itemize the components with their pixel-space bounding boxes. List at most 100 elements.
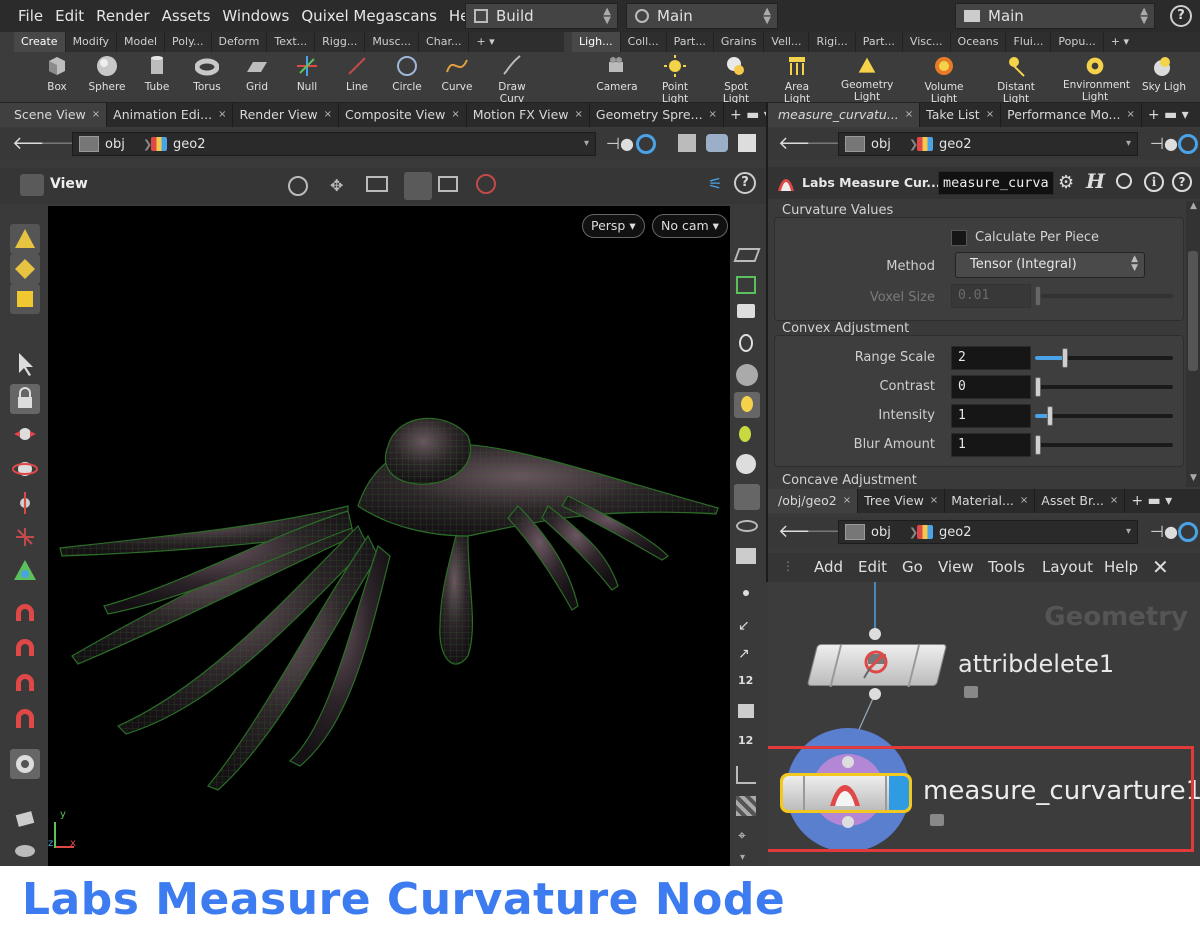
contrast-slider[interactable] [1035,377,1173,397]
shelf-tab[interactable]: Rigg... [315,32,366,52]
view-menu-icon[interactable] [20,174,44,196]
close-icon[interactable]: × [92,103,100,127]
tab-network-path[interactable]: /obj/geo2 × [768,489,859,513]
shelf-tab[interactable]: Visc... [903,32,951,52]
lock-icon[interactable] [964,686,978,698]
hda-icon[interactable]: H [1086,169,1105,193]
shelf-tab[interactable]: Vell... [764,32,810,52]
grid-icon[interactable] [736,796,756,816]
tool-tube[interactable]: Tube [131,54,183,93]
gear-icon[interactable]: ⚙ [1058,172,1074,193]
range-scale-field[interactable]: 2 [951,346,1031,370]
tab-take-list[interactable]: Take List × [920,103,1002,127]
snap-icon[interactable]: ⌖ [738,828,746,844]
prim-icon[interactable] [738,704,754,718]
shelf-tab[interactable]: Popu... [1051,32,1104,52]
magnet-point-icon[interactable] [10,669,40,699]
rotate-icon[interactable] [10,454,40,484]
info-icon[interactable]: i [1144,172,1164,192]
close-icon[interactable]: × [1126,103,1134,127]
shelf-tab[interactable]: Grains [714,32,765,52]
frame-icon[interactable] [438,176,458,192]
tool-torus[interactable]: Torus [181,54,233,93]
orbit-icon[interactable] [288,176,308,196]
intensity-field[interactable]: 1 [951,404,1031,428]
tab-performance-monitor[interactable]: Performance Mo... × [1001,103,1142,127]
map-pin-icon[interactable] [736,454,756,474]
close-icon[interactable]: × [986,103,994,127]
ghost-icon[interactable] [736,276,756,294]
tool-distant-light[interactable]: Distant Light [990,54,1042,105]
menu-layout[interactable]: Layout [1042,558,1093,576]
point-number-icon[interactable]: 12 [738,674,753,687]
magnet-grid-icon[interactable] [10,599,40,629]
blur-amount-field[interactable]: 1 [951,433,1031,457]
pin-icon[interactable]: ⊣● [1150,522,1178,541]
intensity-slider[interactable] [1035,406,1173,426]
link-icon[interactable] [1178,134,1198,154]
close-icon[interactable]: × [218,103,226,127]
scene-viewport[interactable]: Persp ▾ No cam ▾ y x z [48,206,730,866]
magnet-icon[interactable] [10,704,40,734]
section-convex-adjustment[interactable]: Convex Adjustment [782,321,909,336]
tool-environment-light[interactable]: Environment Light [1063,56,1130,103]
close-icon[interactable]: × [905,103,913,127]
tool-area-light[interactable]: Area Light [771,54,823,105]
zoom-icon[interactable] [366,176,388,192]
help-icon[interactable]: ? [734,172,756,194]
path-obj[interactable]: obj [105,137,125,152]
context-selector[interactable]: Main ▲ ▼ [626,3,778,29]
pan-icon[interactable]: ✥ [330,176,343,195]
uv-icon[interactable] [736,766,756,784]
menu-edit[interactable]: Edit [858,558,887,576]
add-tab-icon[interactable]: + ▬ ▾ [1125,489,1178,513]
close-icon[interactable]: × [709,103,717,127]
normal-icon[interactable]: ↙ [738,618,750,634]
camera-tool-icon[interactable] [10,749,40,779]
tool-geometry-light[interactable]: Geometry Light [841,56,893,103]
close-icon[interactable]: × [324,103,332,127]
blur-amount-slider[interactable] [1035,435,1173,455]
method-dropdown[interactable]: Tensor (Integral) ▲ ▼ [955,252,1145,278]
param-scrollbar[interactable]: ▲ ▼ [1186,201,1200,487]
network-path-box[interactable]: obj ❯ geo2 ▾ [838,520,1138,544]
snapshot-icon[interactable] [738,134,756,152]
display-camera-icon[interactable] [734,484,760,510]
tab-animation-editor[interactable]: Animation Edi... × [107,103,234,127]
shelf-tab-lights[interactable]: Ligh... [572,32,621,52]
network-editor[interactable]: Geometry attribdelete1 measure_curvartur… [768,582,1200,866]
add-shelf-icon[interactable]: + ▾ [1104,32,1136,52]
shelf-tab[interactable]: Model [117,32,166,52]
take-selector[interactable]: Main ▲ ▼ [955,3,1155,29]
vertex-icon[interactable]: ↗ [738,646,750,662]
node-name-field[interactable]: measure_curva [938,171,1054,195]
eye-icon[interactable] [736,520,758,532]
chevron-down-icon[interactable]: ▾ [584,138,589,149]
menu-windows[interactable]: Windows [216,0,295,32]
menu-render[interactable]: Render [90,0,155,32]
lock-icon[interactable] [10,384,40,414]
tab-render-view[interactable]: Render View × [233,103,339,127]
tab-scene-view[interactable]: Scene View × [0,103,108,127]
shelf-tab[interactable]: Modify [66,32,118,52]
menu-file[interactable]: File [12,0,49,32]
shading-icon[interactable] [736,364,758,386]
handle-icon[interactable] [10,522,40,552]
pose-icon[interactable] [10,556,40,586]
shelf-tab[interactable]: Coll... [621,32,667,52]
shelf-tab-create[interactable]: Create [14,32,66,52]
headlight-icon[interactable] [734,392,760,418]
move-icon[interactable] [10,419,40,449]
scroll-thumb[interactable] [1188,251,1198,371]
close-icon[interactable]: × [451,103,459,127]
tool-sphere[interactable]: Sphere [81,54,133,93]
tab-measure-curvature[interactable]: measure_curvatu... × [768,103,921,127]
tool-grid[interactable]: Grid [231,54,283,93]
wrench-icon[interactable]: ✕ [1152,555,1169,579]
scroll-up-icon[interactable]: ▲ [1190,201,1197,211]
tool-box[interactable]: Box [31,54,83,93]
shelf-tab[interactable]: Part... [667,32,714,52]
select-arrow-icon[interactable] [10,349,40,379]
menu-view[interactable]: View [938,558,974,576]
tool-camera[interactable]: Camera [591,54,643,93]
